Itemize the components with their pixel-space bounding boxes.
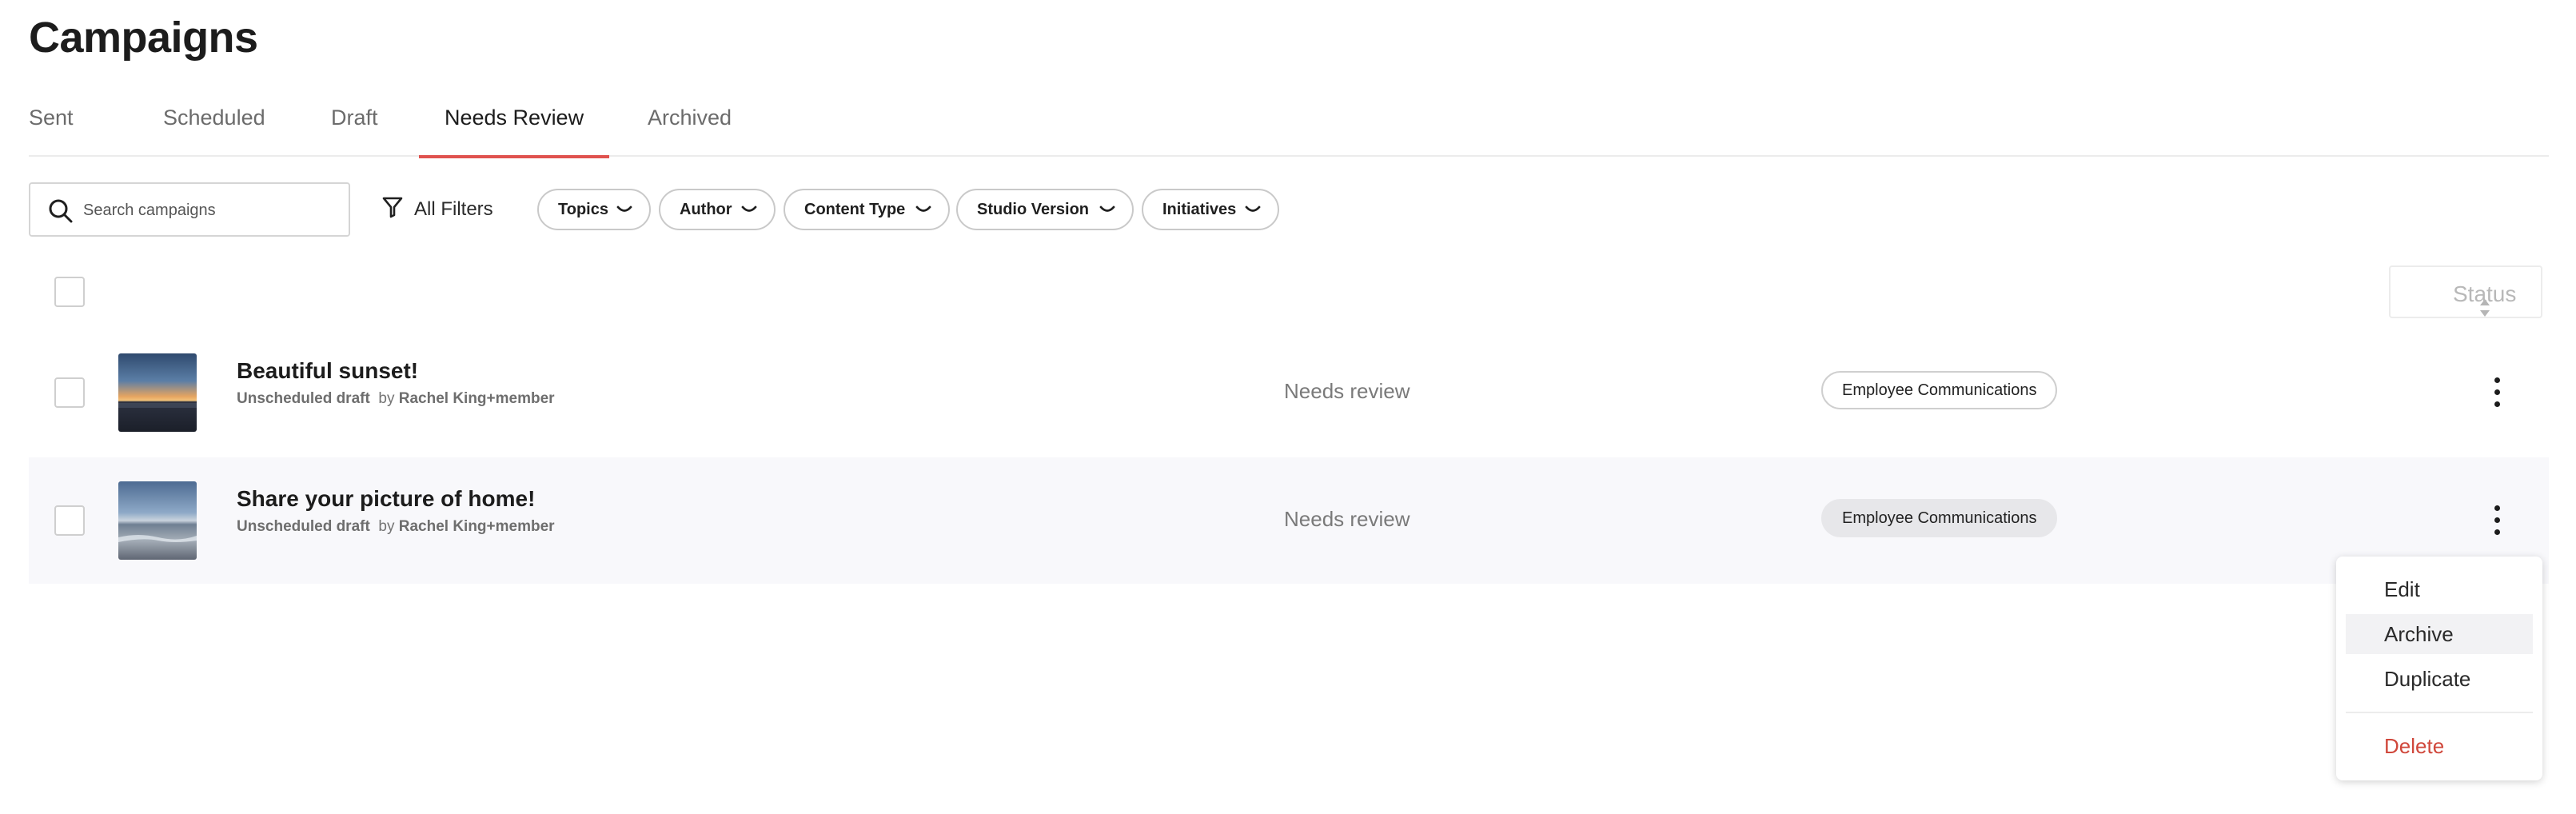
campaign-title[interactable]: Share your picture of home!: [237, 486, 535, 512]
status-sort-button[interactable]: Status: [2389, 265, 2542, 318]
page-title: Campaigns: [29, 14, 258, 62]
search-input[interactable]: [83, 195, 339, 225]
row-actions-menu: Edit Archive Duplicate Delete: [2336, 557, 2542, 780]
menu-item-duplicate[interactable]: Duplicate: [2346, 659, 2533, 699]
filter-content-type[interactable]: Content Type: [784, 189, 950, 230]
row-checkbox[interactable]: [54, 505, 85, 536]
menu-item-archive[interactable]: Archive: [2346, 614, 2533, 654]
campaign-by: by: [378, 518, 395, 535]
campaign-author: Rachel King+member: [398, 390, 555, 407]
filter-topics-label: Topics: [558, 200, 608, 218]
chevron-down-icon: [616, 202, 633, 217]
search-box: [29, 182, 350, 237]
campaign-meta: Unscheduled draft by Rachel King+member: [237, 518, 555, 536]
filter-studio-version[interactable]: Studio Version: [956, 189, 1134, 230]
all-filters-label: All Filters: [414, 198, 493, 220]
tab-scheduled[interactable]: Scheduled: [163, 106, 265, 157]
filter-initiatives[interactable]: Initiatives: [1142, 189, 1279, 230]
filter-topics[interactable]: Topics: [537, 189, 651, 230]
filter-content-type-label: Content Type: [804, 200, 906, 218]
campaign-title[interactable]: Beautiful sunset!: [237, 358, 418, 384]
chevron-down-icon: [1099, 202, 1116, 217]
tab-needs-review[interactable]: Needs Review: [418, 106, 610, 158]
search-icon: [48, 198, 74, 224]
table-row[interactable]: Beautiful sunset! Unscheduled draft by R…: [29, 329, 2549, 456]
kebab-menu-icon[interactable]: [2488, 371, 2507, 413]
all-filters-button[interactable]: All Filters: [382, 195, 493, 224]
campaign-status: Needs review: [1284, 379, 1410, 403]
filter-initiatives-label: Initiatives: [1162, 200, 1237, 218]
campaign-meta: Unscheduled draft by Rachel King+member: [237, 390, 555, 408]
row-checkbox[interactable]: [54, 377, 85, 408]
campaign-author: Rachel King+member: [398, 518, 555, 535]
campaign-state: Unscheduled draft: [237, 390, 370, 407]
tab-sent[interactable]: Sent: [29, 106, 74, 157]
status-sort-label: Status: [2453, 281, 2517, 306]
tab-draft[interactable]: Draft: [331, 106, 378, 157]
menu-item-delete[interactable]: Delete: [2346, 726, 2533, 766]
filter-studio-version-label: Studio Version: [977, 200, 1090, 218]
select-all-checkbox[interactable]: [54, 277, 85, 307]
filter-icon: [382, 196, 403, 224]
initiative-tag: Employee Communications: [1821, 371, 2058, 409]
tab-archived[interactable]: Archived: [648, 106, 732, 157]
initiative-tag: Employee Communications: [1821, 499, 2058, 537]
chevron-down-icon: [915, 202, 932, 217]
kebab-menu-icon[interactable]: [2488, 499, 2507, 541]
campaign-tabs: Sent Scheduled Draft Needs Review Archiv…: [29, 106, 2549, 158]
campaign-state: Unscheduled draft: [237, 518, 370, 535]
menu-item-edit[interactable]: Edit: [2346, 569, 2533, 609]
campaign-thumbnail: [118, 481, 197, 560]
campaign-status: Needs review: [1284, 507, 1410, 531]
table-row[interactable]: Share your picture of home! Unscheduled …: [29, 457, 2549, 584]
filter-author[interactable]: Author: [659, 189, 776, 230]
chevron-down-icon: [1244, 202, 1262, 217]
chevron-down-icon: [740, 202, 758, 217]
campaign-by: by: [378, 390, 395, 407]
campaign-thumbnail: [118, 353, 197, 432]
filter-author-label: Author: [680, 200, 732, 218]
menu-divider: [2346, 712, 2533, 713]
